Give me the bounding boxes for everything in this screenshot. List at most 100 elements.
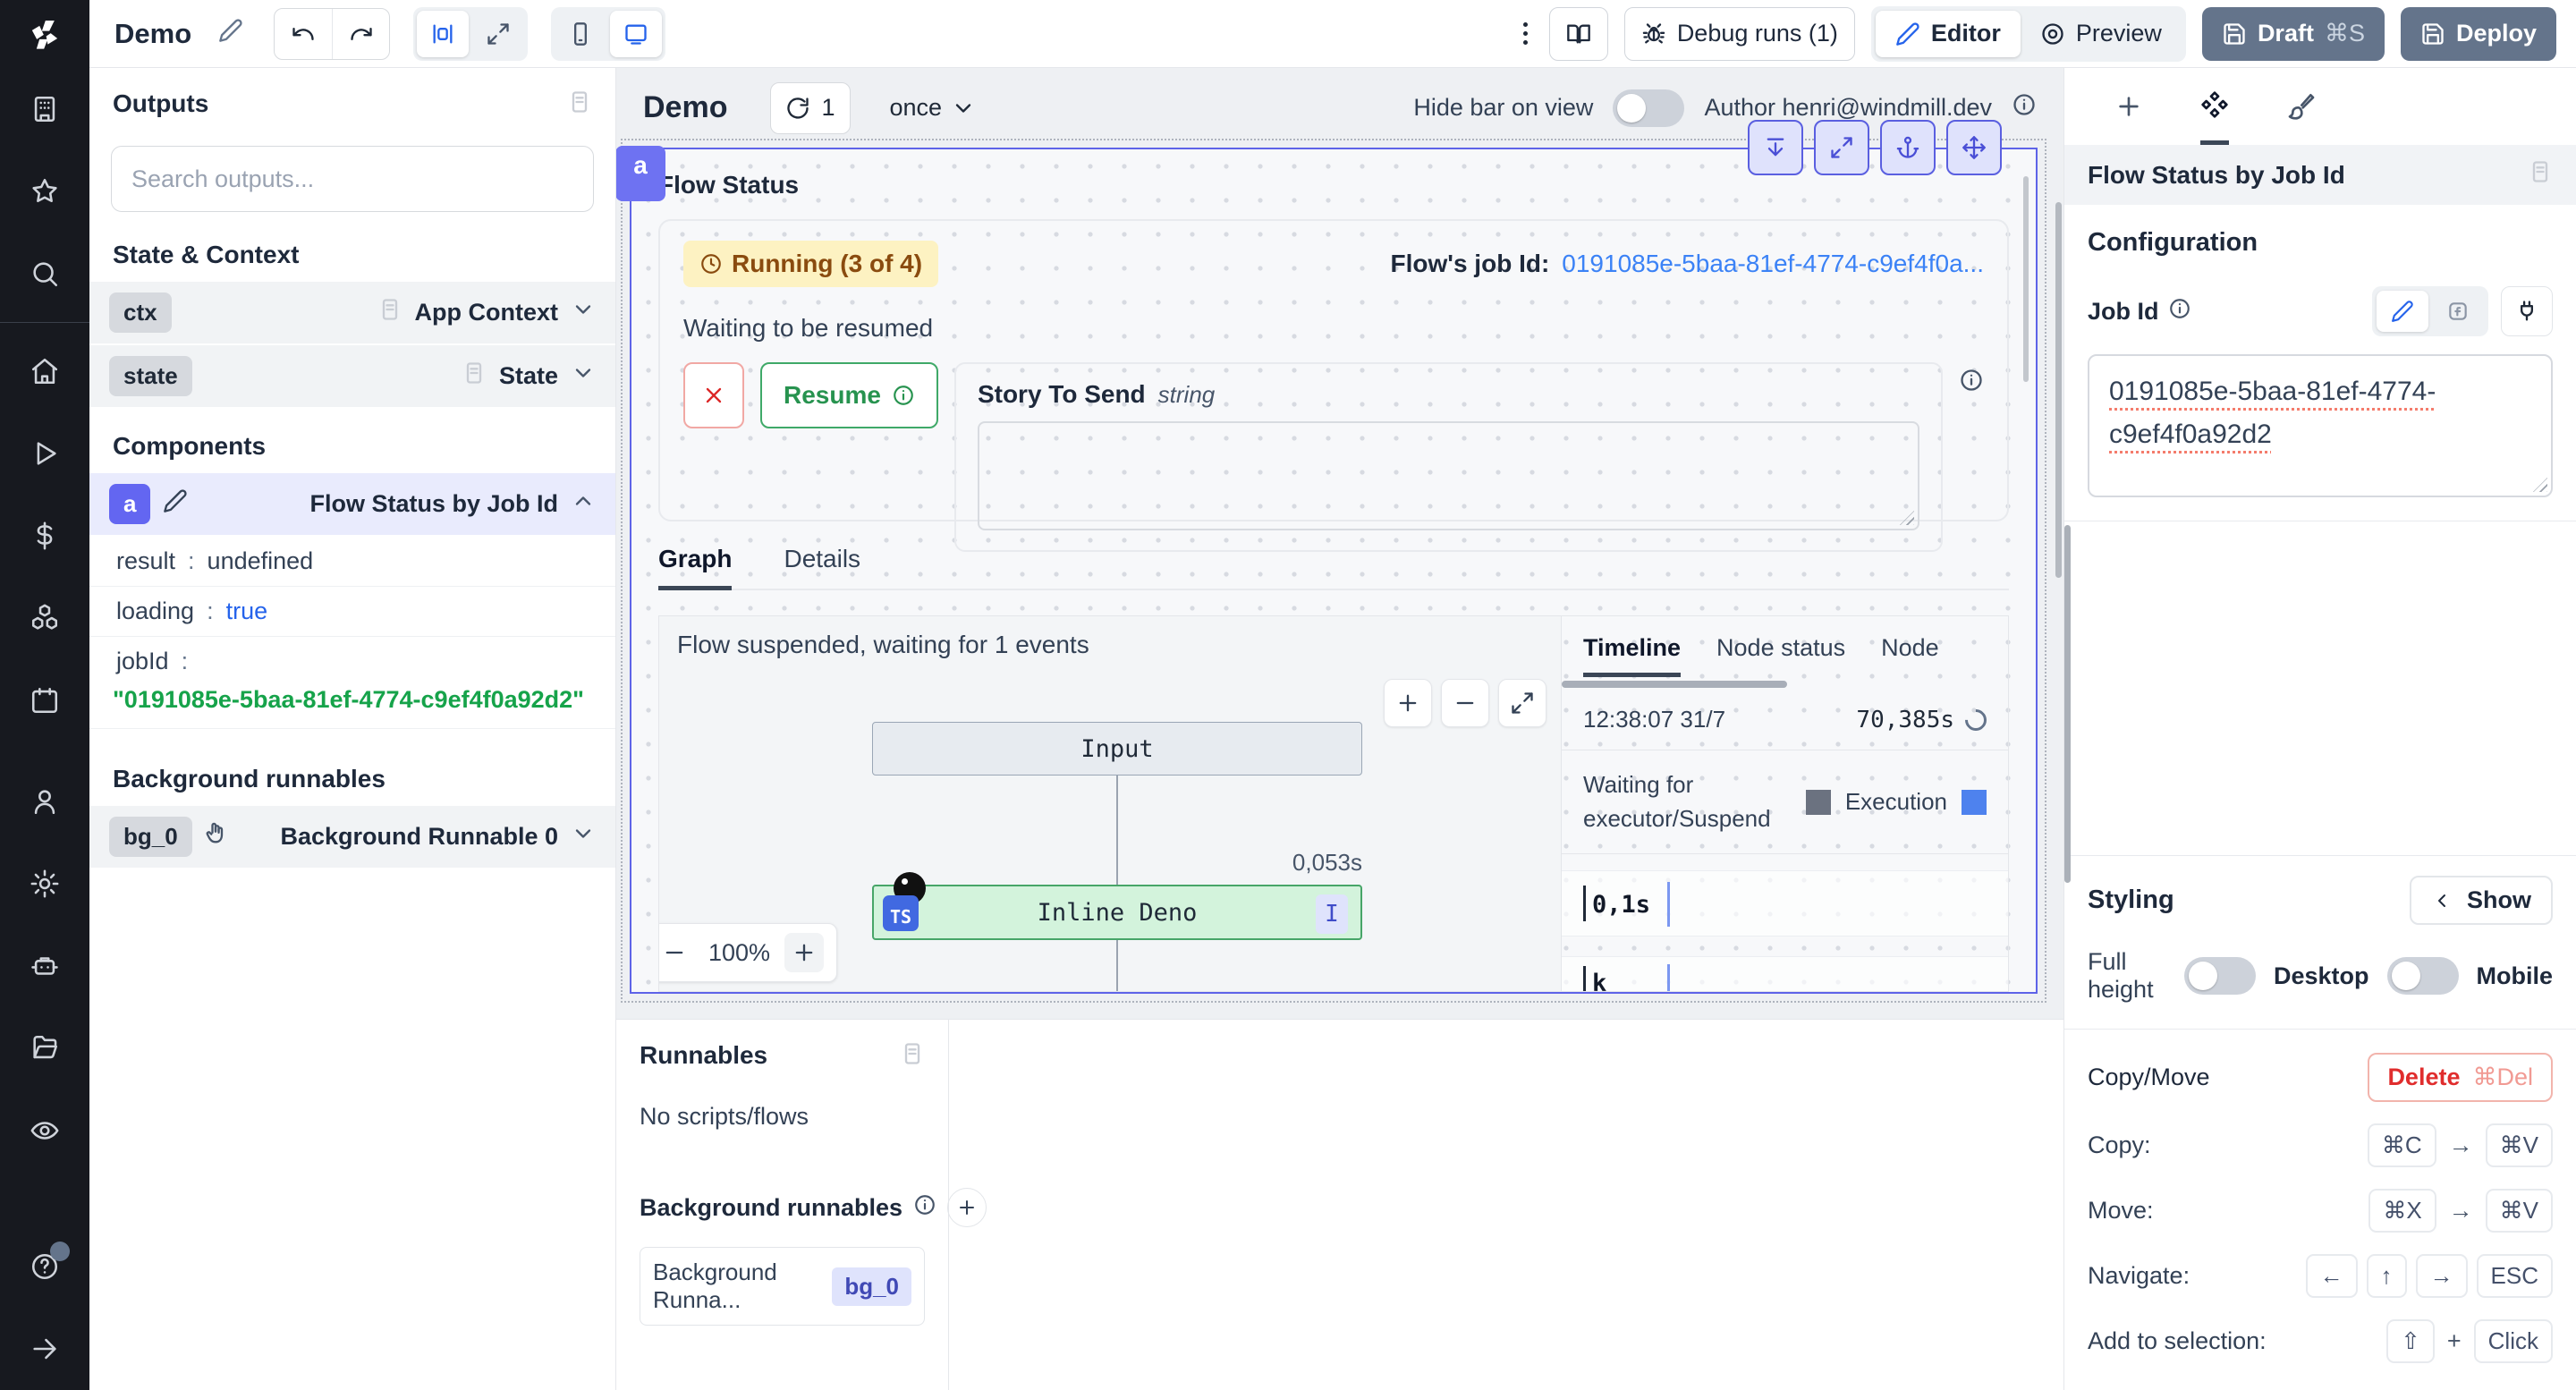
tab-details[interactable]: Details [784, 545, 860, 589]
flow-status-component[interactable]: a Flow Status Running (3 of 4) [630, 148, 2038, 994]
more-menu-button[interactable] [1518, 22, 1533, 45]
story-textarea[interactable] [978, 421, 1919, 530]
styling-tab[interactable] [2286, 68, 2315, 145]
settings-scrollbar[interactable] [2064, 525, 2071, 883]
runs-nav-button[interactable] [0, 412, 89, 495]
timeline-hscrollbar[interactable] [1562, 681, 1787, 688]
refresh-button[interactable]: 1 [770, 82, 850, 134]
tab-graph[interactable]: Graph [658, 545, 732, 590]
prop-row-jobid[interactable]: jobId: [89, 637, 615, 677]
workspace-nav-button[interactable] [0, 68, 89, 150]
bg-runnable-item[interactable]: Background Runna... bg_0 [640, 1247, 925, 1326]
docs-button[interactable] [1549, 7, 1608, 61]
audit-nav-button[interactable] [0, 1089, 89, 1172]
home-nav-button[interactable] [0, 330, 89, 412]
schedules-nav-button[interactable] [0, 659, 89, 742]
center-layout-button[interactable] [417, 11, 469, 57]
flow-job-id-link[interactable]: 0191085e-5baa-81ef-4774-c9ef4f0a... [1562, 250, 1984, 278]
state-row[interactable]: state State [89, 345, 615, 409]
job-id-info-icon[interactable] [2168, 297, 2191, 326]
tab-node-status[interactable]: Node status [1716, 634, 1845, 677]
timeline-row[interactable]: k [1562, 956, 2008, 991]
component-scrollbar[interactable] [2023, 176, 2029, 382]
chevron-up-icon[interactable] [571, 488, 596, 520]
windmill-logo[interactable] [0, 0, 89, 68]
chevron-down-icon[interactable] [571, 360, 596, 392]
search-nav-button[interactable] [0, 233, 89, 315]
component-tag[interactable]: a [616, 146, 665, 201]
tab-timeline[interactable]: Timeline [1583, 634, 1681, 677]
expression-mode-button[interactable] [2432, 291, 2484, 332]
bg-runnables-info-icon[interactable] [913, 1193, 936, 1223]
desktop-toggle[interactable] [2387, 957, 2459, 995]
graph-zoom-in-button[interactable] [1384, 679, 1432, 727]
zoom-out-button[interactable] [658, 933, 694, 972]
static-mode-button[interactable] [2377, 291, 2428, 332]
settings-doc-icon[interactable] [2528, 159, 2553, 191]
collapse-rail-button[interactable] [0, 1308, 89, 1390]
fullwidth-layout-button[interactable] [472, 11, 524, 57]
folders-nav-button[interactable] [0, 1007, 89, 1089]
insert-tab[interactable] [2114, 68, 2143, 145]
bg-runnable-row[interactable]: bg_0 Background Runnable 0 [89, 806, 615, 869]
tab-node-definition[interactable]: Node [1881, 634, 1939, 677]
draft-button[interactable]: Draft ⌘S [2202, 7, 2385, 61]
fullscreen-button[interactable] [1814, 120, 1869, 175]
inline-deno-node[interactable]: TS Inline Deno I [872, 885, 1362, 940]
settings-nav-button[interactable] [0, 843, 89, 925]
runnables-doc-icon[interactable] [900, 1041, 925, 1072]
user-nav-button[interactable] [0, 760, 89, 843]
resize-handle[interactable] [2533, 478, 2547, 492]
prop-row-loading[interactable]: loading:true [89, 587, 615, 637]
chevron-down-icon[interactable] [571, 297, 596, 328]
anchor-button[interactable] [1880, 120, 1936, 175]
mobile-view-button[interactable] [555, 11, 606, 57]
chevron-down-icon[interactable] [571, 821, 596, 852]
zoom-in-button[interactable] [784, 933, 824, 972]
redo-button[interactable] [332, 9, 389, 59]
delete-button[interactable]: Delete ⌘Del [2368, 1053, 2553, 1102]
input-node[interactable]: Input [872, 722, 1362, 776]
star-icon [30, 176, 60, 207]
edit-component-icon[interactable] [163, 488, 188, 520]
favorites-nav-button[interactable] [0, 150, 89, 233]
graph-fullscreen-button[interactable] [1498, 679, 1546, 727]
hide-bar-toggle[interactable] [1613, 89, 1684, 127]
form-info-icon[interactable] [1959, 368, 1984, 399]
flow-graph-pane[interactable]: Flow suspended, waiting for 1 events Inp… [659, 616, 1561, 991]
billing-nav-button[interactable] [0, 495, 89, 577]
search-outputs-input[interactable] [111, 146, 594, 212]
desktop-view-button[interactable] [610, 11, 662, 57]
component-row[interactable]: a Flow Status by Job Id [89, 473, 615, 537]
full-height-toggle[interactable] [2184, 957, 2256, 995]
resources-nav-button[interactable] [0, 577, 89, 659]
connect-input-button[interactable] [2501, 286, 2553, 336]
job-id-textarea[interactable]: 0191085e-5baa-81ef-4774- c9ef4f0a92d2 [2088, 354, 2553, 497]
move-button[interactable] [1946, 120, 2002, 175]
rename-app-icon[interactable] [218, 18, 243, 49]
component-settings-tab[interactable] [2200, 68, 2229, 145]
help-button[interactable] [0, 1225, 89, 1308]
graph-zoom-out-button[interactable] [1441, 679, 1489, 727]
show-styling-button[interactable]: Show [2410, 876, 2553, 925]
schedule-dropdown[interactable]: once [890, 94, 977, 122]
deploy-button[interactable]: Deploy [2401, 7, 2556, 61]
resume-button[interactable]: Resume [760, 362, 938, 428]
timeline-row[interactable]: 0,1s [1562, 870, 2008, 937]
undo-button[interactable] [275, 9, 332, 59]
bg0-badge: bg_0 [109, 817, 192, 857]
debug-runs-button[interactable]: Debug runs (1) [1624, 7, 1855, 61]
ctx-row[interactable]: ctx App Context [89, 282, 615, 345]
outputs-doc-icon[interactable] [567, 89, 592, 121]
cancel-button[interactable] [683, 362, 744, 428]
prop-row-result[interactable]: result:undefined [89, 537, 615, 587]
editor-tab[interactable]: Editor [1876, 11, 2021, 57]
timeline-total-duration: 70,385s [1856, 707, 1954, 733]
expand-down-button[interactable] [1748, 120, 1803, 175]
resize-handle[interactable] [1900, 511, 1914, 525]
preview-tab[interactable]: Preview [2021, 11, 2182, 57]
canvas-scrollbar[interactable] [2055, 202, 2062, 578]
author-info-icon[interactable] [2012, 92, 2037, 123]
prop-jobid-value[interactable]: "0191085e-5baa-81ef-4774-c9ef4f0a92d2" [89, 677, 615, 729]
workers-nav-button[interactable] [0, 925, 89, 1007]
